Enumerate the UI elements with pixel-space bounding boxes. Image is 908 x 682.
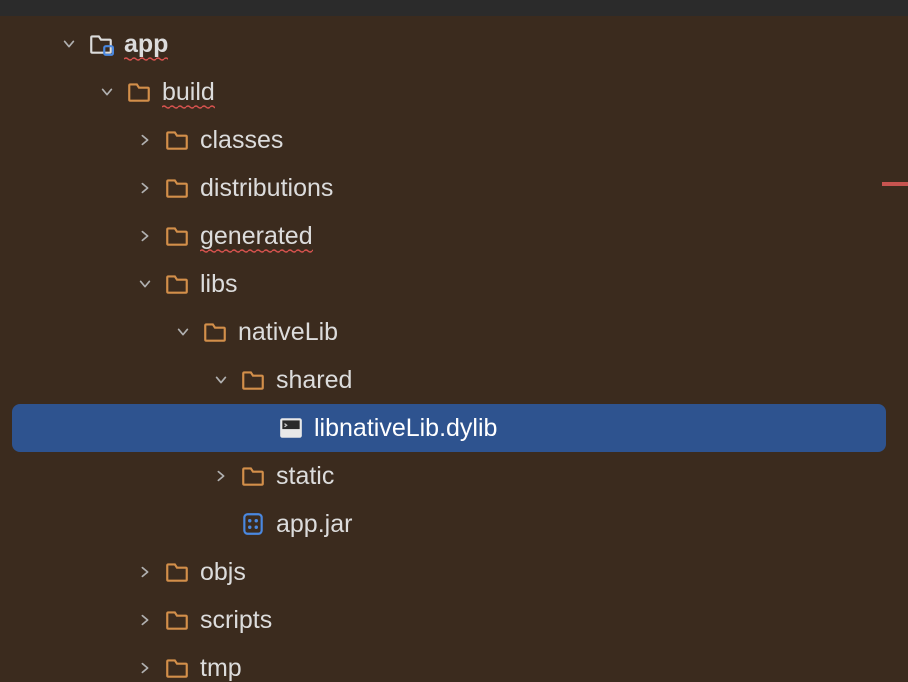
jar-file-icon [240, 511, 266, 537]
chevron-right-icon[interactable] [136, 563, 154, 581]
folder-icon [240, 367, 266, 393]
tree-item-shared[interactable]: shared [0, 356, 908, 404]
tree-item-objs[interactable]: objs [0, 548, 908, 596]
chevron-down-icon[interactable] [98, 83, 116, 101]
tree-item-label: objs [200, 558, 246, 587]
chevron-down-icon[interactable] [212, 371, 230, 389]
tree-item-label: distributions [200, 174, 333, 203]
tree-item-distributions[interactable]: distributions [0, 164, 908, 212]
tree-item-label: libnativeLib.dylib [314, 414, 497, 443]
chevron-right-icon[interactable] [136, 179, 154, 197]
tree-item-classes[interactable]: classes [0, 116, 908, 164]
chevron-right-icon[interactable] [212, 467, 230, 485]
project-tree[interactable]: app build classes distributions generated lib… [0, 16, 908, 682]
tree-item-app[interactable]: app [0, 20, 908, 68]
tree-item-build[interactable]: build [0, 68, 908, 116]
tree-item-label: generated [200, 222, 313, 251]
tree-item-generated[interactable]: generated [0, 212, 908, 260]
chevron-right-icon[interactable] [136, 227, 154, 245]
tree-item-label: static [276, 462, 334, 491]
window-titlebar [0, 0, 908, 16]
folder-icon [164, 223, 190, 249]
folder-icon [164, 127, 190, 153]
folder-icon [240, 463, 266, 489]
tree-item-nativeLib[interactable]: nativeLib [0, 308, 908, 356]
tree-item-libs[interactable]: libs [0, 260, 908, 308]
chevron-right-icon[interactable] [136, 611, 154, 629]
chevron-right-icon[interactable] [136, 659, 154, 677]
chevron-right-icon[interactable] [136, 131, 154, 149]
folder-icon [202, 319, 228, 345]
chevron-down-icon[interactable] [174, 323, 192, 341]
folder-icon [164, 607, 190, 633]
tree-item-label: scripts [200, 606, 272, 635]
chevron-down-icon[interactable] [136, 275, 154, 293]
tree-item-label: app [124, 30, 168, 59]
folder-icon [164, 175, 190, 201]
tree-item-label: build [162, 78, 215, 107]
tree-item-label: classes [200, 126, 283, 155]
tree-item-label: nativeLib [238, 318, 338, 347]
tree-item-label: tmp [200, 654, 242, 682]
tree-item-tmp[interactable]: tmp [0, 644, 908, 682]
folder-icon [164, 271, 190, 297]
error-stripe-marker[interactable] [882, 182, 908, 186]
chevron-down-icon[interactable] [60, 35, 78, 53]
tree-item-label: shared [276, 366, 352, 395]
tree-item-label: app.jar [276, 510, 352, 539]
tree-item-libnative[interactable]: libnativeLib.dylib [12, 404, 886, 452]
module-folder-icon [88, 31, 114, 57]
folder-icon [126, 79, 152, 105]
terminal-file-icon [278, 415, 304, 441]
tree-item-appjar[interactable]: app.jar [0, 500, 908, 548]
tree-item-label: libs [200, 270, 238, 299]
folder-icon [164, 559, 190, 585]
tree-item-static[interactable]: static [0, 452, 908, 500]
tree-item-scripts[interactable]: scripts [0, 596, 908, 644]
folder-icon [164, 655, 190, 681]
